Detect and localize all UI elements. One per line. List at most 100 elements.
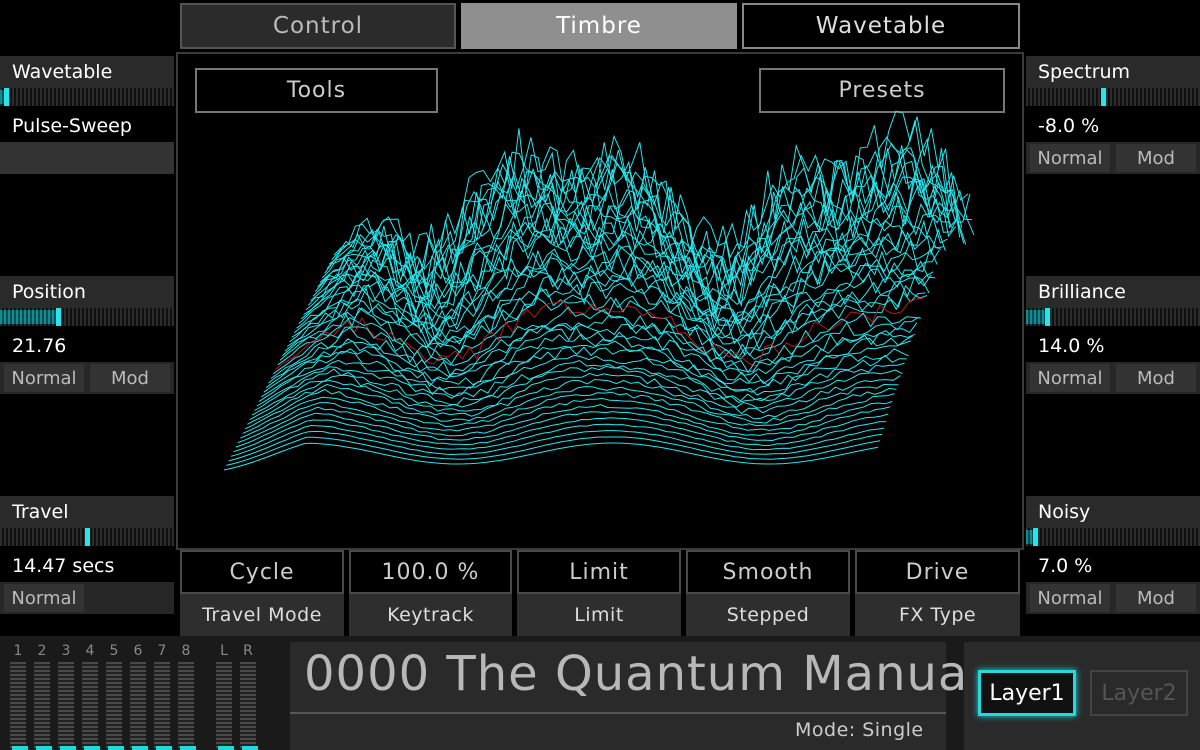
travel-value: 14.47 secs <box>0 550 174 582</box>
param-limit[interactable]: Limit Limit <box>517 550 681 636</box>
mixer-channel-label: 2 <box>37 643 47 659</box>
layer1-button[interactable]: Layer1 <box>978 670 1076 716</box>
mixer-channel-label: 3 <box>61 643 71 659</box>
wave-frame <box>282 275 930 359</box>
mixer-level-led <box>12 746 28 750</box>
brilliance-normal-button[interactable]: Normal <box>1030 364 1110 392</box>
mixer-channel-label: L <box>220 643 228 659</box>
param-keytrack[interactable]: 100.0 % Keytrack <box>349 550 512 636</box>
position-slider[interactable] <box>0 308 174 326</box>
position-mod-button[interactable]: Mod <box>90 364 170 392</box>
mixer-level-meter <box>82 662 100 750</box>
position-normal-button[interactable]: Normal <box>4 364 84 392</box>
mixer-channel-label: 7 <box>157 643 167 659</box>
mixer-level-meter <box>10 662 28 750</box>
wavetable-slider[interactable] <box>0 88 174 106</box>
param-value[interactable]: Drive <box>855 550 1020 594</box>
mixer-level-led <box>60 746 76 750</box>
brilliance-mod-button[interactable]: Mod <box>1116 364 1196 392</box>
mixer-channel: 5 <box>104 640 124 750</box>
tools-button[interactable]: Tools <box>195 68 438 113</box>
wave-frame <box>230 423 885 457</box>
spectrum-title: Spectrum <box>1026 56 1200 88</box>
mixer-level-meter <box>106 662 124 750</box>
spectrum-value: -8.0 % <box>1026 110 1200 142</box>
param-label: Limit <box>517 594 681 636</box>
mixer-channel-label: R <box>243 643 253 659</box>
param-value[interactable]: Cycle <box>180 550 344 594</box>
param-fx-type[interactable]: Drive FX Type <box>855 550 1020 636</box>
noisy-normal-button[interactable]: Normal <box>1030 584 1110 612</box>
noisy-mod-button[interactable]: Mod <box>1116 584 1196 612</box>
position-title: Position <box>0 276 174 308</box>
param-value[interactable]: 100.0 % <box>349 550 512 594</box>
mixer-channel: 7 <box>152 640 172 750</box>
param-value[interactable]: Limit <box>517 550 681 594</box>
mixer-level-meter <box>130 662 148 750</box>
position-value: 21.76 <box>0 330 174 362</box>
wave-frame <box>223 442 879 471</box>
wavetable-3d-view[interactable] <box>178 110 1022 510</box>
wave-frame <box>228 430 883 462</box>
travel-title: Travel <box>0 496 174 528</box>
noisy-value: 7.0 % <box>1026 550 1200 582</box>
wavetable-name: Pulse-Sweep <box>0 110 174 142</box>
mixer-channel: 3 <box>56 640 76 750</box>
mixer-level-meter <box>178 662 196 750</box>
mixer-level-meter <box>240 662 258 750</box>
wave-frame <box>277 291 926 366</box>
level-mixer: 12345678 LR <box>8 640 264 750</box>
mixer-level-meter <box>58 662 76 750</box>
noisy-title: Noisy <box>1026 496 1200 528</box>
mixer-channel: 1 <box>8 640 28 750</box>
mixer-level-led <box>156 746 172 750</box>
wave-frame <box>247 378 899 425</box>
wave-frame <box>233 417 887 453</box>
mixer-level-meter <box>154 662 172 750</box>
spectrum-mod-button[interactable]: Mod <box>1116 144 1196 172</box>
travel-normal-button[interactable]: Normal <box>4 584 84 612</box>
layer2-button[interactable]: Layer2 <box>1090 670 1188 716</box>
patch-divider <box>290 712 946 714</box>
param-label: Stepped <box>686 594 850 636</box>
patch-name[interactable]: 0000 The Quantum Manual <box>304 646 983 702</box>
mixer-channel-label: 5 <box>109 643 119 659</box>
spectrum-normal-button[interactable]: Normal <box>1030 144 1110 172</box>
mixer-level-led <box>36 746 52 750</box>
presets-button[interactable]: Presets <box>759 68 1005 113</box>
mixer-channel-label: 1 <box>13 643 23 659</box>
mixer-level-led <box>180 746 196 750</box>
mixer-level-meter <box>34 662 52 750</box>
param-label: Travel Mode <box>180 594 344 636</box>
wavetable-title: Wavetable <box>0 56 174 88</box>
wave-frame <box>226 436 881 466</box>
mixer-channel-label: 6 <box>133 643 143 659</box>
wavetable-select-bar[interactable] <box>0 142 174 174</box>
mixer-level-led <box>132 746 148 750</box>
noisy-slider[interactable] <box>1026 528 1200 546</box>
tab-wavetable[interactable]: Wavetable <box>742 3 1020 49</box>
tab-control[interactable]: Control <box>180 3 456 49</box>
brilliance-value: 14.0 % <box>1026 330 1200 362</box>
mixer-channel: L <box>214 640 234 750</box>
mode-indicator: Mode: Single <box>795 719 924 741</box>
mixer-channel: 4 <box>80 640 100 750</box>
brilliance-slider[interactable] <box>1026 308 1200 326</box>
mixer-channel: R <box>238 640 258 750</box>
param-travel-mode[interactable]: Cycle Travel Mode <box>180 550 344 636</box>
mixer-channel-label: 4 <box>85 643 95 659</box>
mixer-channel: 8 <box>176 640 196 750</box>
param-label: FX Type <box>855 594 1020 636</box>
param-stepped[interactable]: Smooth Stepped <box>686 550 850 636</box>
param-value[interactable]: Smooth <box>686 550 850 594</box>
mixer-channel: 6 <box>128 640 148 750</box>
spectrum-slider[interactable] <box>1026 88 1200 106</box>
tab-timbre[interactable]: Timbre <box>461 3 737 49</box>
param-label: Keytrack <box>349 594 512 636</box>
mixer-level-meter <box>216 662 234 750</box>
wave-frame <box>333 110 975 261</box>
mixer-channel-label: 8 <box>181 643 191 659</box>
travel-slider[interactable] <box>0 528 174 546</box>
mixer-level-led <box>84 746 100 750</box>
brilliance-title: Brilliance <box>1026 276 1200 308</box>
